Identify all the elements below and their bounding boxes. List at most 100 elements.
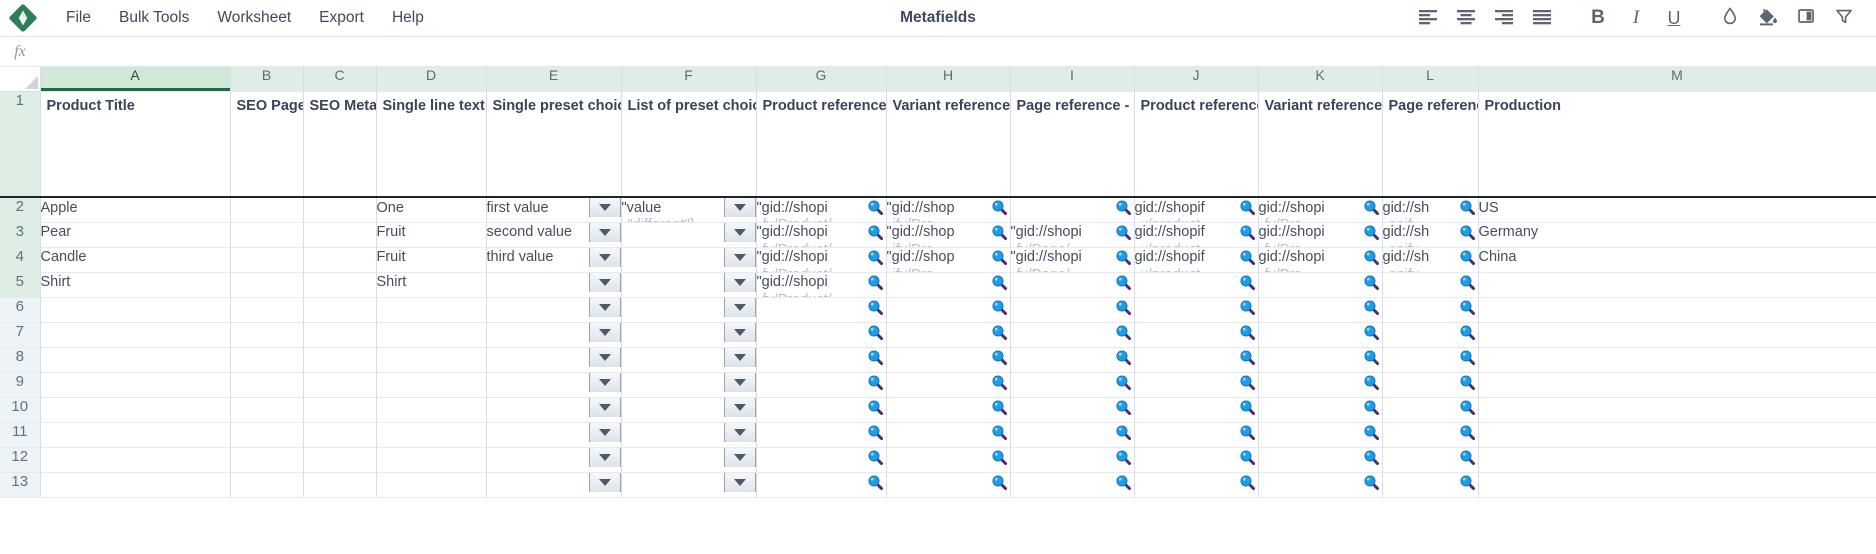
grid-cell[interactable] [40,322,231,348]
underline-button[interactable]: U [1656,3,1692,33]
menu-help[interactable]: Help [378,4,438,32]
table-row[interactable]: 12 [0,447,1876,473]
grid-cell[interactable] [621,297,757,323]
search-reference-icon[interactable] [1363,199,1380,216]
grid-cell[interactable]: gid://shopify/Pro [1258,222,1383,248]
grid-cell[interactable] [40,297,231,323]
row-header-11[interactable]: 11 [0,422,41,448]
grid-cell[interactable]: "gid://shopify/Page/ [1010,247,1135,273]
grid-cell[interactable]: China [1478,247,1876,273]
search-reference-icon[interactable] [1363,224,1380,241]
grid-cell[interactable] [756,347,887,373]
search-reference-icon[interactable] [1363,249,1380,266]
grid-cell[interactable] [303,272,377,298]
search-reference-icon[interactable] [991,274,1008,291]
grid-cell[interactable] [1258,372,1383,398]
search-reference-icon[interactable] [867,274,884,291]
search-reference-icon[interactable] [1459,399,1476,416]
column-title-cell[interactable]: Page reference [1382,91,1479,198]
search-reference-icon[interactable] [1459,349,1476,366]
grid-cell[interactable] [303,197,377,223]
column-title-cell[interactable]: Product reference [1134,91,1259,198]
grid-cell[interactable] [1258,472,1383,498]
column-header-l[interactable]: L [1382,67,1479,92]
bold-button[interactable]: B [1580,3,1616,33]
search-reference-icon[interactable] [991,324,1008,341]
search-reference-icon[interactable] [1459,274,1476,291]
search-reference-icon[interactable] [1459,324,1476,341]
grid-cell[interactable]: "gid://shopify/Pro [886,222,1011,248]
column-title-cell[interactable]: Variant reference [1258,91,1383,198]
cell-dropdown-button[interactable] [588,372,620,392]
row-header-12[interactable]: 12 [0,447,41,473]
search-reference-icon[interactable] [867,449,884,466]
grid-cell[interactable] [230,347,304,373]
grid-cell[interactable] [376,447,487,473]
grid-cell[interactable] [1010,447,1135,473]
grid-cell[interactable] [1134,472,1259,498]
diamond-logo-icon[interactable] [8,3,38,33]
row-header-4[interactable]: 4 [0,247,41,273]
grid-cell[interactable]: "gid://shopify/Product/ [756,222,887,248]
grid-cell[interactable] [886,297,1011,323]
grid-cell[interactable]: gid://shopify [1382,222,1479,248]
search-reference-icon[interactable] [1115,199,1132,216]
grid-cell[interactable] [303,322,377,348]
grid-cell[interactable] [621,397,757,423]
grid-cell[interactable] [1258,347,1383,373]
grid-cell[interactable] [40,397,231,423]
search-reference-icon[interactable] [867,324,884,341]
column-header-c[interactable]: C [303,67,377,92]
freeze-panes-button[interactable] [1788,3,1824,33]
table-row[interactable]: 6 [0,297,1876,323]
grid-cell[interactable] [1258,422,1383,448]
grid-cell[interactable] [303,397,377,423]
grid-cell[interactable] [756,447,887,473]
search-reference-icon[interactable] [1239,349,1256,366]
grid-cell[interactable] [230,272,304,298]
search-reference-icon[interactable] [1363,274,1380,291]
column-title-cell[interactable]: Product reference - list [756,91,887,198]
grid-cell[interactable]: gid://shopify/Pro [1258,197,1383,223]
column-header-j[interactable]: J [1134,67,1259,92]
row-header-8[interactable]: 8 [0,347,41,373]
grid-cell[interactable]: Fruit [376,222,487,248]
search-reference-icon[interactable] [867,199,884,216]
grid-cell[interactable] [303,347,377,373]
grid-cell[interactable] [756,397,887,423]
grid-cell[interactable] [486,297,622,323]
cell-dropdown-button[interactable] [723,422,755,442]
grid-cell[interactable] [1478,372,1876,398]
cell-dropdown-button[interactable] [588,347,620,367]
grid-cell[interactable] [1478,347,1876,373]
column-header-h[interactable]: H [886,67,1011,92]
grid-cell[interactable] [1134,272,1259,298]
cell-dropdown-button[interactable] [588,447,620,467]
grid-cell[interactable] [376,297,487,323]
grid-cell[interactable] [886,272,1011,298]
grid-cell[interactable] [486,422,622,448]
search-reference-icon[interactable] [867,349,884,366]
grid-cell[interactable] [1258,397,1383,423]
cell-dropdown-button[interactable] [723,322,755,342]
grid-cell[interactable]: gid://shopify [1382,247,1479,273]
search-reference-icon[interactable] [1115,249,1132,266]
grid-cell[interactable] [886,472,1011,498]
search-reference-icon[interactable] [991,299,1008,316]
grid-cell[interactable] [1382,322,1479,348]
grid-cell[interactable] [1478,322,1876,348]
row-header-1[interactable]: 1 [0,91,41,198]
cell-dropdown-button[interactable] [723,447,755,467]
search-reference-icon[interactable] [1459,224,1476,241]
grid-cell[interactable]: US [1478,197,1876,223]
search-reference-icon[interactable] [1239,474,1256,491]
grid-cell[interactable]: Candle [40,247,231,273]
search-reference-icon[interactable] [1363,349,1380,366]
column-title-cell[interactable]: Page reference - list [1010,91,1135,198]
search-reference-icon[interactable] [1115,399,1132,416]
grid-cell[interactable] [621,247,757,273]
grid-cell[interactable]: gid://shopify [1382,197,1479,223]
grid-cell[interactable] [376,472,487,498]
search-reference-icon[interactable] [867,474,884,491]
search-reference-icon[interactable] [867,299,884,316]
